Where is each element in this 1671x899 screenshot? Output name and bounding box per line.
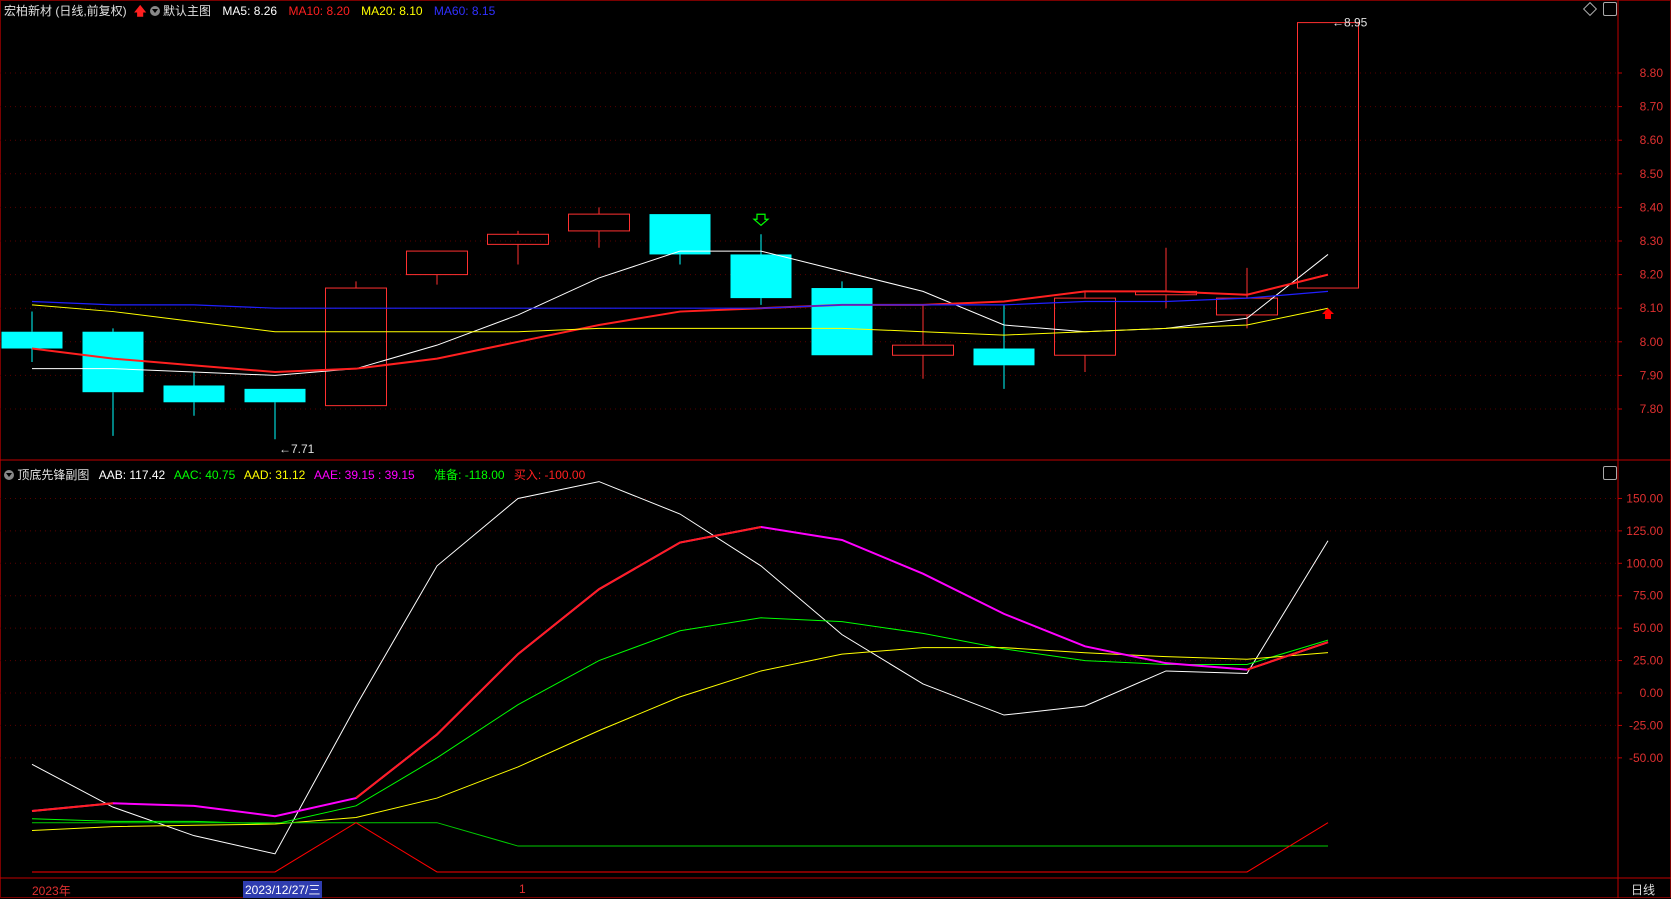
candle-body bbox=[406, 250, 468, 276]
candle-body bbox=[487, 233, 549, 245]
indicator-name[interactable]: 顶底先锋副图 bbox=[17, 468, 89, 482]
ma60-line bbox=[31, 290, 1329, 309]
aae-label: AAE: 39.15 : 39.15 bbox=[313, 468, 415, 482]
grid bbox=[0, 0, 1671, 898]
candle bbox=[568, 207, 630, 248]
main-chart-label[interactable]: 默认主图 bbox=[163, 4, 211, 18]
candle bbox=[325, 281, 387, 407]
ma5-line bbox=[32, 250, 1329, 376]
ma20-label: MA20: 8.10 bbox=[361, 4, 423, 18]
prep-label: 准备: -118.00 bbox=[434, 468, 505, 482]
month-tick-label: 1 bbox=[519, 882, 526, 896]
period-label[interactable]: 日线 bbox=[1631, 881, 1655, 898]
indicator-header: 顶底先锋副图 AAB: 117.42 AAC: 40.75 AAD: 31.12… bbox=[4, 466, 585, 483]
dropdown-icon[interactable] bbox=[4, 470, 14, 480]
candle bbox=[1, 311, 63, 362]
candle-body bbox=[1, 331, 63, 349]
price-marker: ←8.95 bbox=[1332, 16, 1368, 30]
candle bbox=[406, 250, 468, 285]
arrow-up-icon: 🡅 bbox=[134, 4, 147, 18]
settings-icon[interactable] bbox=[1603, 2, 1617, 16]
candle bbox=[811, 281, 873, 356]
candle bbox=[244, 388, 306, 440]
aae-rising-segment bbox=[31, 802, 114, 813]
aae-line bbox=[31, 525, 1329, 818]
sub-tick-label: 25.00 bbox=[1633, 654, 1663, 668]
ma10-label: MA10: 8.20 bbox=[288, 4, 350, 18]
aad-line bbox=[31, 647, 1329, 831]
buy-label: 买入: -100.00 bbox=[513, 468, 586, 482]
main-tick-label: 8.70 bbox=[1640, 100, 1664, 114]
candle-body bbox=[568, 213, 630, 232]
candle-body bbox=[325, 287, 387, 407]
moving-averages bbox=[31, 250, 1329, 376]
indicator-settings-icon[interactable] bbox=[1603, 466, 1617, 480]
sub-tick-label: 75.00 bbox=[1633, 589, 1663, 603]
candle bbox=[487, 230, 549, 265]
sub-tick-label: -25.00 bbox=[1629, 718, 1663, 732]
candle bbox=[892, 304, 954, 379]
candle-body bbox=[730, 254, 792, 299]
candle bbox=[649, 214, 711, 265]
ma5-label: MA5: 8.26 bbox=[222, 4, 278, 18]
aac-line bbox=[31, 617, 1329, 825]
candle-body bbox=[82, 331, 144, 393]
candle bbox=[730, 234, 792, 305]
candle-body bbox=[244, 388, 306, 403]
stock-name[interactable]: 宏柏新材 (日线,前复权) bbox=[4, 4, 127, 18]
candle-body bbox=[973, 348, 1035, 366]
candle-body bbox=[649, 214, 711, 255]
main-tick-label: 8.00 bbox=[1640, 335, 1664, 349]
main-tick-label: 8.60 bbox=[1640, 133, 1664, 147]
buy-signal-arrow-icon bbox=[1322, 308, 1334, 320]
main-tick-label: 8.50 bbox=[1640, 167, 1664, 181]
candle-body bbox=[811, 288, 873, 356]
candle bbox=[1135, 247, 1197, 309]
cursor-date-label: 2023/12/27/三 bbox=[243, 881, 323, 898]
sub-tick-label: 150.00 bbox=[1626, 491, 1663, 505]
candle bbox=[82, 328, 144, 436]
annotations: ←7.71 ←8.95 bbox=[279, 16, 1368, 457]
main-tick-label: 8.10 bbox=[1640, 301, 1664, 315]
sub-tick-label: 50.00 bbox=[1633, 621, 1663, 635]
aab-label: AAB: 117.42 bbox=[98, 468, 166, 482]
aae-rising-segment bbox=[1246, 641, 1329, 671]
ma20-line bbox=[31, 304, 1329, 336]
candle-body bbox=[1297, 22, 1359, 289]
sub-tick-label: -50.00 bbox=[1629, 751, 1663, 765]
year-label: 2023年 bbox=[32, 884, 71, 898]
main-tick-label: 8.30 bbox=[1640, 234, 1664, 248]
price-marker-label: ←7.71 bbox=[279, 442, 315, 456]
aad-label: AAD: 31.12 bbox=[243, 468, 306, 482]
main-tick-label: 8.80 bbox=[1640, 66, 1664, 80]
candles bbox=[1, 22, 1359, 440]
dropdown-icon[interactable] bbox=[149, 6, 160, 16]
price-axis: 7.80 7.90 8.00 8.10 8.20 8.30 8.40 8.50 8.60 8.70… bbox=[1618, 66, 1663, 765]
main-tick-label: 8.40 bbox=[1640, 200, 1664, 214]
main-chart-header: 宏柏新材 (日线,前复权) 🡅 默认主图 MA5: 8.26 MA10: 8.2… bbox=[4, 2, 495, 23]
sub-tick-label: 125.00 bbox=[1626, 524, 1663, 538]
aab-line bbox=[31, 481, 1329, 855]
ma60-label: MA60: 8.15 bbox=[433, 4, 496, 18]
sell-signal-arrow-icon bbox=[752, 213, 770, 227]
candle-body bbox=[1054, 297, 1116, 356]
sub-tick-label: 0.00 bbox=[1640, 686, 1664, 700]
main-tick-label: 7.90 bbox=[1640, 368, 1664, 382]
outer-frame bbox=[0, 0, 1671, 898]
main-tick-label: 7.80 bbox=[1640, 402, 1664, 416]
indicator-lines bbox=[31, 481, 1329, 873]
aac-label: AAC: 40.75 bbox=[173, 468, 236, 482]
price-marker-label: ←8.95 bbox=[1332, 16, 1368, 30]
candle bbox=[973, 304, 1035, 389]
buy-line bbox=[32, 822, 1329, 873]
candle-body bbox=[892, 344, 954, 356]
sub-tick-label: 100.00 bbox=[1626, 556, 1663, 570]
price-marker: ←7.71 bbox=[279, 442, 315, 456]
main-tick-label: 8.20 bbox=[1640, 268, 1664, 282]
stock-chart[interactable]: 7.80 7.90 8.00 8.10 8.20 8.30 8.40 8.50 8.60 8.70… bbox=[0, 0, 1671, 898]
ma10-line bbox=[31, 273, 1329, 374]
candle bbox=[1297, 22, 1359, 289]
candle-body bbox=[1216, 297, 1278, 316]
candle-body bbox=[163, 385, 225, 403]
